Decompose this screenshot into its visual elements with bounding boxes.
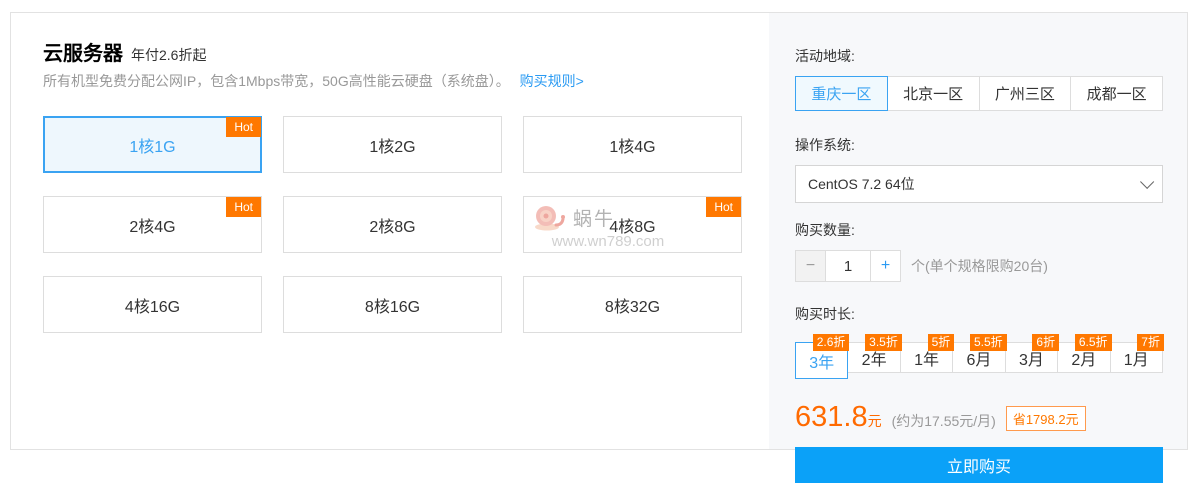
duration-label: 购买时长: (795, 304, 1187, 324)
cloud-server-card: 云服务器年付2.6折起 所有机型免费分配公网IP，包含1Mbps带宽，50G高性… (10, 12, 1188, 450)
spec-option[interactable]: 1核1G Hot (43, 116, 262, 173)
price-amount: 631.8 (795, 401, 868, 434)
page-title: 云服务器 (43, 43, 123, 65)
spec-option[interactable]: 2核8G (283, 196, 502, 253)
duration-option-2y[interactable]: 2年 3.5折 (847, 342, 900, 373)
region-option-beijing[interactable]: 北京一区 (887, 76, 980, 111)
spec-label: 4核16G (125, 293, 180, 317)
duration-option-2m[interactable]: 2月 6.5折 (1057, 342, 1110, 373)
quantity-label: 购买数量: (795, 220, 1187, 240)
spec-label: 1核4G (609, 133, 655, 157)
spec-grid: 1核1G Hot 1核2G 1核4G 2核4G Hot 2核8G 4核8G Ho… (43, 116, 742, 333)
buy-rules-link[interactable]: 购买规则> (520, 73, 584, 89)
region-option-chengdu[interactable]: 成都一区 (1070, 76, 1163, 111)
duration-option-label: 3年 (809, 349, 834, 373)
hot-badge: Hot (226, 197, 261, 217)
region-option-chongqing[interactable]: 重庆一区 (795, 76, 888, 111)
spec-option[interactable]: 8核16G (283, 276, 502, 333)
spec-section: 云服务器年付2.6折起 所有机型免费分配公网IP，包含1Mbps带宽，50G高性… (11, 13, 769, 449)
region-label: 活动地域: (795, 46, 1187, 66)
duration-option-3y[interactable]: 3年 2.6折 (795, 342, 848, 379)
description-text: 所有机型免费分配公网IP，包含1Mbps带宽，50G高性能云硬盘（系统盘）。 (43, 73, 510, 89)
spec-option[interactable]: 1核2G (283, 116, 502, 173)
price-monthly-note: (约为17.55元/月) (892, 411, 996, 431)
discount-badge: 5折 (928, 334, 955, 351)
spec-label: 8核32G (605, 293, 660, 317)
quantity-stepper: − + 个(单个规格限购20台) (795, 250, 1187, 282)
spec-label: 1核2G (369, 133, 415, 157)
discount-badge: 2.6折 (813, 334, 850, 351)
spec-label: 4核8G (609, 213, 655, 237)
promo-tag: 年付2.6折起 (131, 47, 206, 63)
config-panel: 活动地域: 重庆一区 北京一区 广州三区 成都一区 操作系统: CentOS 7… (769, 13, 1187, 449)
region-selector: 重庆一区 北京一区 广州三区 成都一区 (795, 76, 1163, 111)
duration-option-1y[interactable]: 1年 5折 (900, 342, 953, 373)
os-select[interactable]: CentOS 7.2 64位 (795, 165, 1163, 203)
discount-badge: 3.5折 (865, 334, 902, 351)
region-option-guangzhou[interactable]: 广州三区 (979, 76, 1072, 111)
chevron-down-icon (1140, 175, 1154, 189)
buy-button[interactable]: 立即购买 (795, 447, 1163, 483)
spec-option[interactable]: 8核32G (523, 276, 742, 333)
quantity-minus-button[interactable]: − (795, 250, 826, 282)
spec-label: 2核8G (369, 213, 415, 237)
price-unit: 元 (868, 411, 882, 431)
os-selected-value: CentOS 7.2 64位 (808, 174, 915, 194)
spec-option[interactable]: 2核4G Hot (43, 196, 262, 253)
duration-option-6m[interactable]: 6月 5.5折 (952, 342, 1005, 373)
discount-badge: 7折 (1137, 334, 1164, 351)
spec-label: 1核1G (129, 133, 175, 157)
quantity-limit-note: 个(单个规格限购20台) (911, 256, 1048, 276)
quantity-input[interactable] (825, 250, 871, 282)
spec-option[interactable]: 4核8G Hot (523, 196, 742, 253)
spec-option[interactable]: 4核16G (43, 276, 262, 333)
duration-option-1m[interactable]: 1月 7折 (1110, 342, 1163, 373)
os-label: 操作系统: (795, 135, 1187, 155)
duration-selector: 3年 2.6折 2年 3.5折 1年 5折 6月 5.5折 3月 6折 (795, 342, 1163, 379)
spec-label: 2核4G (129, 213, 175, 237)
quantity-plus-button[interactable]: + (870, 250, 901, 282)
price-row: 631.8 元 (约为17.55元/月) 省1798.2元 (795, 401, 1187, 434)
discount-badge: 6折 (1032, 334, 1059, 351)
discount-badge: 5.5折 (970, 334, 1007, 351)
spec-label: 8核16G (365, 293, 420, 317)
duration-option-3m[interactable]: 3月 6折 (1005, 342, 1058, 373)
hot-badge: Hot (226, 117, 261, 137)
hot-badge: Hot (706, 197, 741, 217)
spec-option[interactable]: 1核4G (523, 116, 742, 173)
discount-badge: 6.5折 (1075, 334, 1112, 351)
savings-badge: 省1798.2元 (1006, 406, 1086, 431)
